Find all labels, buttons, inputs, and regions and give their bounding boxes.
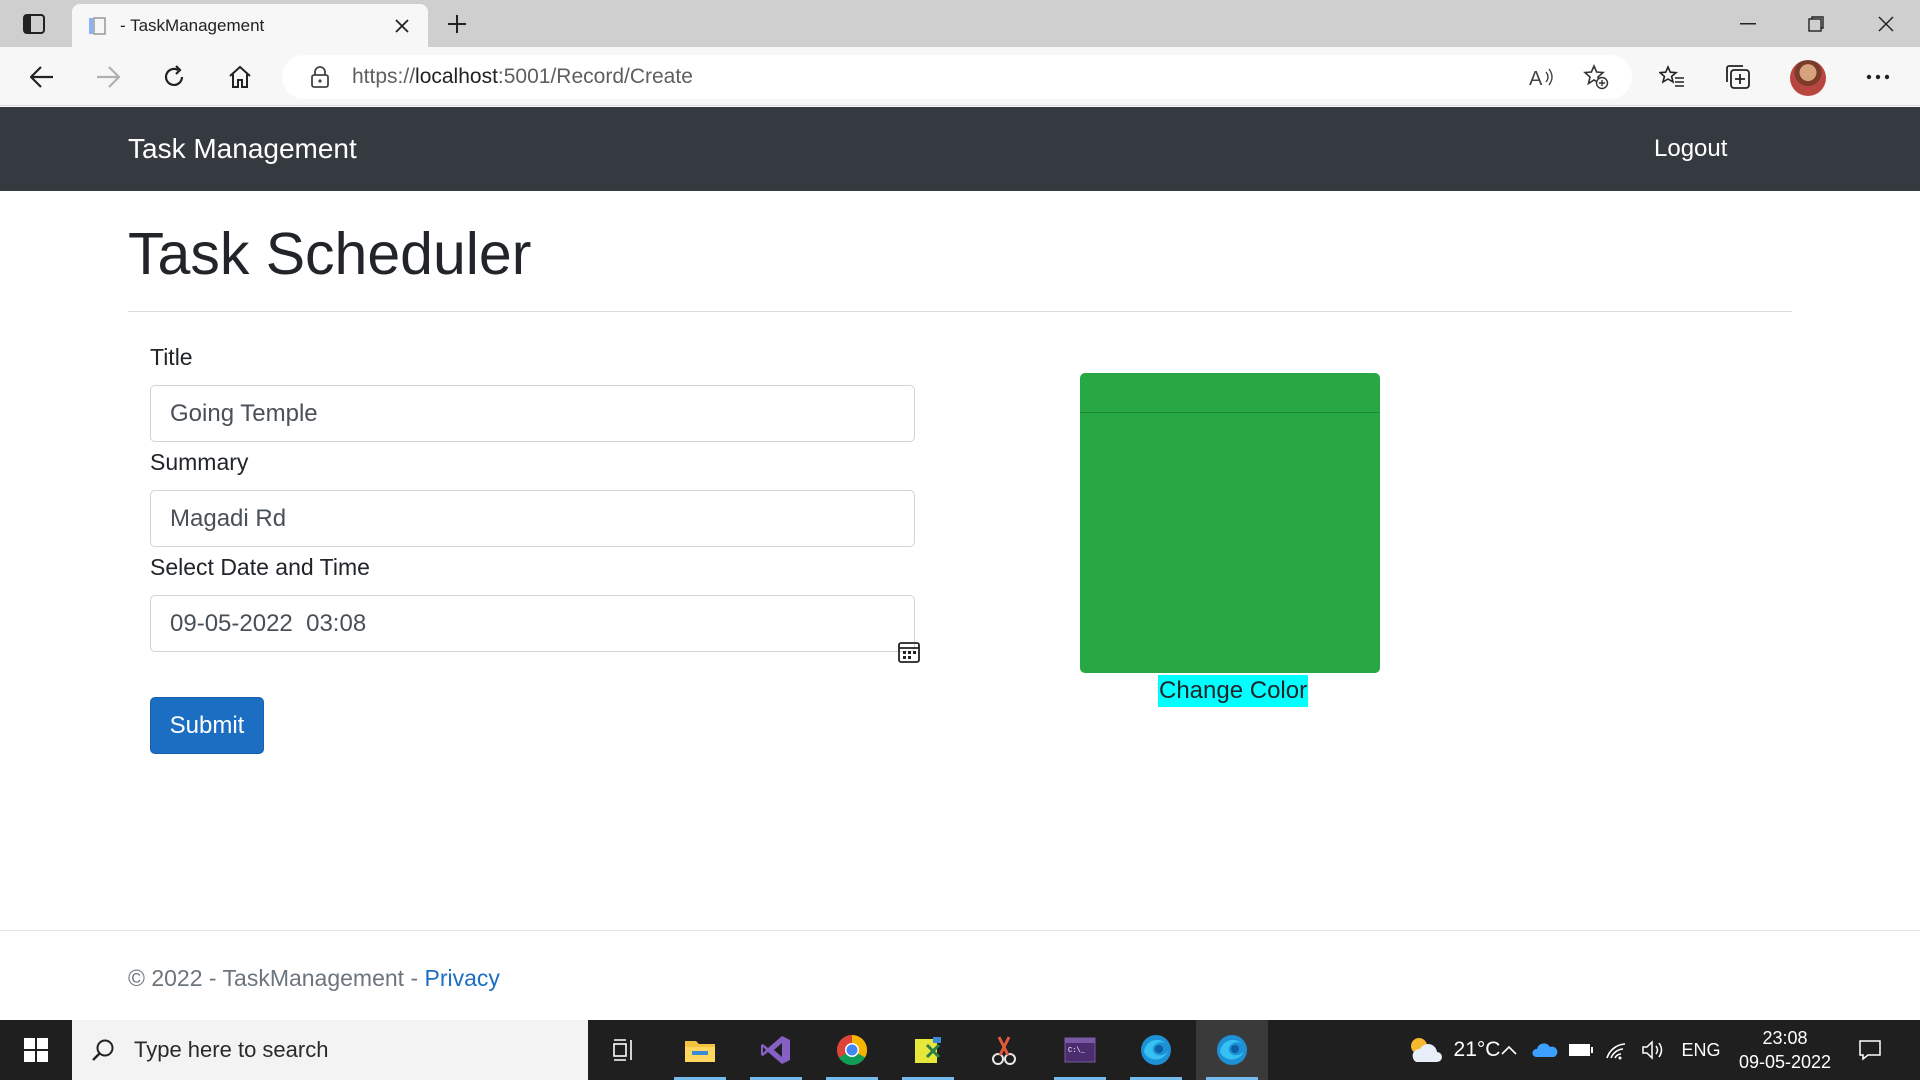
summary-input-value: Magadi Rd <box>170 504 287 532</box>
clock-date: 09-05-2022 <box>1738 1052 1832 1072</box>
back-arrow-icon[interactable] <box>22 57 62 97</box>
footer-divider <box>0 930 1920 931</box>
read-aloud-icon[interactable]: A <box>1522 57 1562 97</box>
logout-link[interactable]: Logout <box>1654 135 1727 163</box>
url-host: localhost <box>415 65 498 88</box>
add-favorite-icon[interactable] <box>1576 57 1616 97</box>
weather-icon <box>1410 1038 1442 1062</box>
footer-text: © 2022 - TaskManagement - <box>128 965 425 991</box>
brand-link[interactable]: Task Management <box>128 133 357 165</box>
task-view-icon[interactable] <box>588 1020 660 1080</box>
title-label: Title <box>150 344 193 370</box>
browser-tab[interactable]: - TaskManagement <box>72 4 428 47</box>
taskbar-search-box[interactable]: Type here to search <box>72 1020 588 1080</box>
clock[interactable]: 23:08 09-05-2022 <box>1730 1026 1840 1074</box>
site-navbar: Task Management Logout <box>0 107 1920 191</box>
home-icon[interactable] <box>220 57 260 97</box>
onedrive-icon[interactable] <box>1528 1020 1562 1080</box>
tab-close-icon[interactable] <box>390 14 414 38</box>
datetime-input-value: 09-05-2022 03:08 <box>170 609 367 637</box>
minimize-icon[interactable] <box>1714 0 1782 47</box>
chrome-icon[interactable] <box>816 1020 888 1080</box>
datetime-label: Select Date and Time <box>150 554 370 580</box>
edge-icon[interactable] <box>1120 1020 1192 1080</box>
title-input[interactable]: Going Temple <box>150 385 915 442</box>
clock-time: 23:08 <box>1762 1028 1808 1048</box>
search-placeholder: Type here to search <box>134 1037 329 1062</box>
search-icon <box>88 1035 118 1065</box>
windows-taskbar: Type here to search C:\_ 21°C ENG 23:08 … <box>0 1020 1920 1080</box>
title-input-value: Going Temple <box>170 399 318 427</box>
wifi-icon[interactable] <box>1600 1020 1634 1080</box>
url-path: :5001/Record/Create <box>497 65 693 88</box>
change-color-button[interactable]: Change Color <box>1158 675 1309 707</box>
svg-text:A: A <box>1529 68 1543 88</box>
submit-button[interactable]: Submit <box>150 697 264 754</box>
datetime-input[interactable]: 09-05-2022 03:08 <box>150 595 920 663</box>
snipping-tool-icon[interactable] <box>968 1020 1040 1080</box>
address-bar[interactable]: https://localhost:5001/Record/Create A <box>282 55 1632 99</box>
new-tab-icon[interactable] <box>440 8 474 40</box>
show-hidden-icons[interactable] <box>1494 1020 1524 1080</box>
visual-studio-icon[interactable] <box>740 1020 812 1080</box>
lock-icon[interactable] <box>308 65 332 89</box>
summary-input[interactable]: Magadi Rd <box>150 490 915 547</box>
sticky-notes-icon[interactable] <box>892 1020 964 1080</box>
page-title: Task Scheduler <box>128 221 532 287</box>
svg-text:C:\_: C:\_ <box>1068 1047 1086 1055</box>
summary-label: Summary <box>150 449 249 475</box>
calendar-icon[interactable] <box>870 612 920 663</box>
color-box <box>1080 373 1380 673</box>
tab-actions-icon[interactable] <box>18 10 50 38</box>
close-window-icon[interactable] <box>1852 0 1920 47</box>
more-menu-icon[interactable] <box>1858 57 1898 97</box>
language-indicator[interactable]: ENG <box>1676 1020 1726 1080</box>
restore-icon[interactable] <box>1782 0 1850 47</box>
url-text[interactable]: https://localhost:5001/Record/Create <box>352 65 1522 89</box>
browser-tab-bar: - TaskManagement <box>0 0 1920 47</box>
url-prefix: https:// <box>352 65 416 88</box>
forward-arrow-icon[interactable] <box>88 57 128 97</box>
file-explorer-icon[interactable] <box>664 1020 736 1080</box>
terminal-icon[interactable]: C:\_ <box>1044 1020 1116 1080</box>
page-favicon-icon <box>86 15 108 37</box>
windows-start-icon[interactable] <box>0 1020 72 1080</box>
tab-title: - TaskManagement <box>120 15 265 35</box>
footer: © 2022 - TaskManagement - Privacy <box>128 965 500 992</box>
browser-toolbar: https://localhost:5001/Record/Create A <box>0 47 1920 106</box>
favorites-icon[interactable] <box>1652 57 1692 97</box>
collections-icon[interactable] <box>1718 57 1758 97</box>
notifications-icon[interactable] <box>1850 1020 1890 1080</box>
color-box-header <box>1080 373 1380 413</box>
title-divider <box>128 311 1792 312</box>
refresh-icon[interactable] <box>154 57 194 97</box>
profile-avatar[interactable] <box>1790 60 1826 96</box>
edge-active-icon[interactable] <box>1196 1020 1268 1080</box>
privacy-link[interactable]: Privacy <box>425 965 500 991</box>
battery-icon[interactable] <box>1564 1020 1598 1080</box>
volume-icon[interactable] <box>1636 1020 1670 1080</box>
